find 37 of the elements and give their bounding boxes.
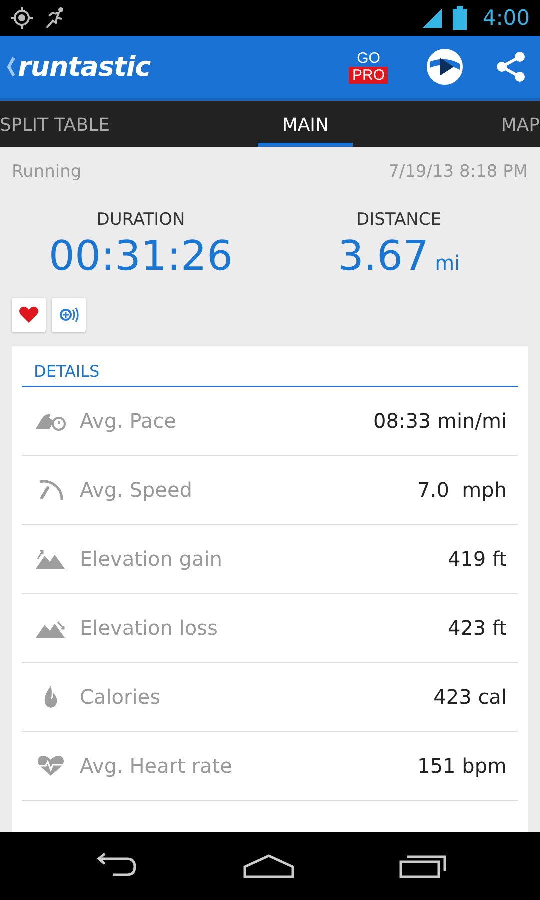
detail-label: Avg. Speed [80, 478, 194, 502]
tab[interactable]: MAP [501, 101, 540, 147]
detail-value: 151 bpm [418, 754, 507, 778]
heart-button[interactable] [12, 298, 46, 332]
detail-value: 423 ft [448, 616, 507, 640]
back-chevron-icon[interactable] [6, 56, 16, 78]
details-title: DETAILS [22, 346, 518, 387]
home-icon[interactable] [242, 853, 296, 879]
signal-icon [420, 7, 443, 29]
recent-apps-icon[interactable] [398, 853, 449, 879]
stat-label: DISTANCE [356, 210, 442, 230]
sensor-icon [58, 306, 80, 324]
share-button[interactable] [494, 50, 528, 84]
stat-unit: mi [435, 251, 460, 275]
clock-time: 4:00 [482, 6, 530, 30]
detail-label: Calories [80, 685, 162, 709]
detail-label: Avg. Heart rate [80, 754, 234, 778]
tab[interactable]: SPLIT TABLE [0, 101, 110, 147]
detail-label: Elevation loss [80, 616, 219, 640]
detail-value: 08:33 min/mi [374, 409, 507, 433]
activity-type: Running [12, 162, 82, 182]
heart-icon [19, 306, 39, 324]
detail-value: 419 ft [448, 547, 507, 571]
activity-date: 7/19/13 8:18 PM [388, 162, 528, 182]
detail-value: 7.0 mph [418, 478, 507, 502]
tab[interactable]: MAIN [258, 101, 354, 147]
stat-value: 00:31:26 [48, 232, 234, 280]
play-button[interactable] [426, 48, 464, 86]
battery-icon [452, 6, 467, 30]
app-logo: runtastic [18, 52, 151, 82]
detail-value: 423 cal [434, 685, 507, 709]
detail-label: Avg. Pace [80, 409, 178, 433]
detail-label: Elevation gain [80, 547, 224, 571]
sensor-button[interactable] [52, 298, 86, 332]
stat-label: DURATION [96, 210, 186, 230]
gps-icon [10, 6, 34, 30]
stat-value: 3.67 [338, 232, 430, 280]
